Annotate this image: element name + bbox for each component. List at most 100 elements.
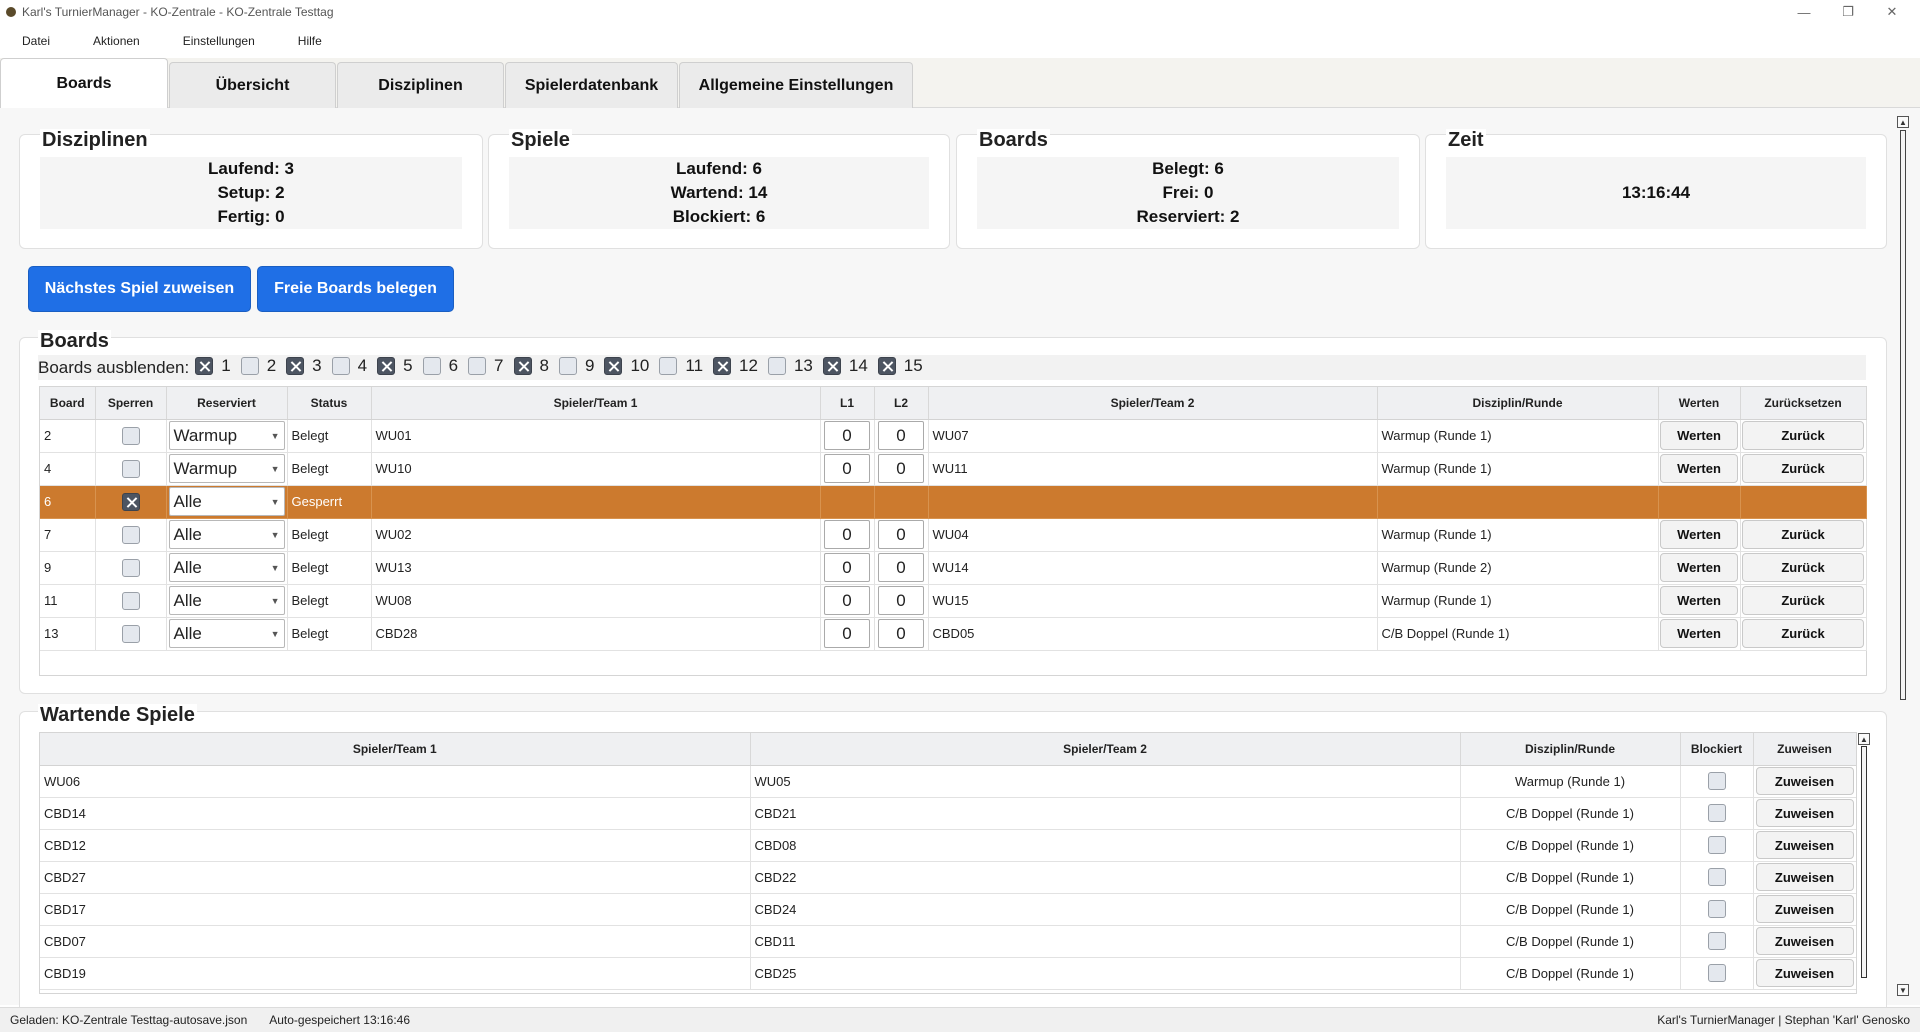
hide-board-checkbox[interactable] bbox=[558, 356, 577, 375]
waiting-row[interactable]: WU06 WU05 Warmup (Runde 1) Zuweisen bbox=[40, 765, 1856, 798]
waiting-row[interactable]: CBD19 CBD25 C/B Doppel (Runde 1) Zuweisen bbox=[40, 957, 1856, 990]
hide-board-5[interactable]: 5 bbox=[377, 356, 413, 376]
waiting-row[interactable]: CBD14 CBD21 C/B Doppel (Runde 1) Zuweisen bbox=[40, 797, 1856, 830]
scroll-up-icon[interactable]: ▲ bbox=[1897, 116, 1909, 128]
assign-button[interactable]: Zuweisen bbox=[1755, 831, 1854, 859]
column-header[interactable]: Reserviert bbox=[166, 387, 288, 420]
blocked-checkbox[interactable] bbox=[1707, 868, 1726, 886]
next-game-button[interactable]: Nächstes Spiel zuweisen bbox=[28, 266, 251, 312]
blocked-checkbox[interactable] bbox=[1707, 772, 1726, 790]
blocked-checkbox[interactable] bbox=[1707, 932, 1726, 950]
tab-allgemeine-einstellungen[interactable]: Allgemeine Einstellungen bbox=[679, 62, 913, 108]
hide-board-checkbox[interactable] bbox=[604, 356, 623, 375]
column-header[interactable]: Werten bbox=[1658, 387, 1741, 420]
column-header[interactable]: L2 bbox=[874, 387, 929, 420]
l2-score-input[interactable]: 0 bbox=[878, 553, 924, 582]
l1-score-input[interactable]: 0 bbox=[824, 421, 870, 450]
menu-einstellungen[interactable]: Einstellungen bbox=[161, 34, 276, 48]
reserved-dropdown[interactable]: Warmup ▼ bbox=[168, 421, 285, 450]
hide-board-checkbox[interactable] bbox=[877, 356, 896, 375]
werten-button[interactable]: Werten bbox=[1660, 553, 1738, 582]
board-row[interactable]: 6 Alle ▼ Gesperrt bbox=[40, 485, 1867, 519]
column-header[interactable]: Zuweisen bbox=[1753, 733, 1856, 766]
tab-uebersicht[interactable]: Übersicht bbox=[169, 62, 336, 108]
board-row[interactable]: 2 Warmup ▼ Belegt WU01 0 0 WU07 Warmup (Runde 1)… bbox=[40, 419, 1867, 453]
tab-spielerdatenbank[interactable]: Spielerdatenbank bbox=[505, 62, 678, 108]
assign-button[interactable]: Zuweisen bbox=[1755, 959, 1854, 987]
hide-board-13[interactable]: 13 bbox=[767, 356, 813, 376]
board-row[interactable]: 11 Alle ▼ Belegt WU08 0 0 WU15 Warmup (Runde 1) W… bbox=[40, 584, 1867, 618]
column-header[interactable]: Blockiert bbox=[1680, 733, 1754, 766]
zurueck-button[interactable]: Zurück bbox=[1742, 619, 1864, 648]
menu-hilfe[interactable]: Hilfe bbox=[276, 34, 343, 48]
scroll-up-icon[interactable]: ▲ bbox=[1858, 733, 1870, 745]
hide-board-12[interactable]: 12 bbox=[713, 356, 758, 376]
reserved-dropdown[interactable]: Alle ▼ bbox=[168, 487, 285, 516]
hide-board-checkbox[interactable] bbox=[659, 356, 678, 375]
hide-board-14[interactable]: 14 bbox=[822, 356, 868, 376]
lock-checkbox[interactable] bbox=[121, 591, 140, 610]
l1-score-input[interactable]: 0 bbox=[824, 520, 870, 549]
waiting-row[interactable]: CBD12 CBD08 C/B Doppel (Runde 1) Zuweisen bbox=[40, 829, 1856, 862]
l1-score-input[interactable]: 0 bbox=[824, 553, 870, 582]
waiting-scrollbar[interactable]: ▲ bbox=[1857, 732, 1871, 994]
hide-board-checkbox[interactable] bbox=[767, 356, 786, 375]
column-header[interactable]: Spieler/Team 1 bbox=[371, 387, 821, 420]
reserved-dropdown[interactable]: Warmup ▼ bbox=[168, 454, 285, 483]
reserved-dropdown[interactable]: Alle ▼ bbox=[168, 586, 285, 615]
lock-checkbox[interactable] bbox=[121, 459, 140, 478]
assign-button[interactable]: Zuweisen bbox=[1755, 927, 1854, 955]
hide-board-15[interactable]: 15 bbox=[877, 356, 923, 376]
hide-board-checkbox[interactable] bbox=[195, 356, 214, 375]
zurueck-button[interactable]: Zurück bbox=[1742, 553, 1864, 582]
blocked-checkbox[interactable] bbox=[1707, 900, 1726, 918]
waiting-row[interactable]: CBD17 CBD24 C/B Doppel (Runde 1) Zuweisen bbox=[40, 893, 1856, 926]
column-header[interactable]: Status bbox=[287, 387, 372, 420]
waiting-row[interactable]: CBD27 CBD22 C/B Doppel (Runde 1) Zuweisen bbox=[40, 861, 1856, 894]
hide-board-7[interactable]: 7 bbox=[468, 356, 504, 376]
assign-button[interactable]: Zuweisen bbox=[1755, 767, 1854, 795]
hide-board-checkbox[interactable] bbox=[468, 356, 487, 375]
hide-board-9[interactable]: 9 bbox=[558, 356, 594, 376]
lock-checkbox[interactable] bbox=[121, 426, 140, 445]
hide-board-checkbox[interactable] bbox=[286, 356, 305, 375]
hide-board-6[interactable]: 6 bbox=[422, 356, 458, 376]
werten-button[interactable]: Werten bbox=[1660, 454, 1738, 483]
hide-board-checkbox[interactable] bbox=[331, 356, 350, 375]
tab-boards[interactable]: Boards bbox=[0, 58, 168, 109]
werten-button[interactable]: Werten bbox=[1660, 619, 1738, 648]
blocked-checkbox[interactable] bbox=[1707, 804, 1726, 822]
lock-checkbox[interactable] bbox=[121, 525, 140, 544]
column-header[interactable]: Spieler/Team 2 bbox=[928, 387, 1378, 420]
reserved-dropdown[interactable]: Alle ▼ bbox=[168, 553, 285, 582]
board-row[interactable]: 7 Alle ▼ Belegt WU02 0 0 WU04 Warmup (Runde 1) We… bbox=[40, 518, 1867, 552]
hide-board-4[interactable]: 4 bbox=[331, 356, 367, 376]
waiting-scroll-thumb[interactable] bbox=[1861, 746, 1867, 978]
tab-disziplinen[interactable]: Disziplinen bbox=[337, 62, 504, 108]
column-header[interactable]: Sperren bbox=[95, 387, 167, 420]
waiting-row[interactable]: CBD07 CBD11 C/B Doppel (Runde 1) Zuweisen bbox=[40, 925, 1856, 958]
reserved-dropdown[interactable]: Alle ▼ bbox=[168, 619, 285, 648]
column-header[interactable]: Disziplin/Runde bbox=[1377, 387, 1659, 420]
column-header[interactable]: L1 bbox=[820, 387, 875, 420]
hide-board-2[interactable]: 2 bbox=[240, 356, 276, 376]
l2-score-input[interactable]: 0 bbox=[878, 421, 924, 450]
werten-button[interactable]: Werten bbox=[1660, 586, 1738, 615]
blocked-checkbox[interactable] bbox=[1707, 964, 1726, 982]
lock-checkbox[interactable] bbox=[121, 558, 140, 577]
scroll-down-icon[interactable]: ▼ bbox=[1897, 984, 1909, 996]
column-header[interactable]: Spieler/Team 2 bbox=[750, 733, 1461, 766]
l2-score-input[interactable]: 0 bbox=[878, 586, 924, 615]
hide-board-checkbox[interactable] bbox=[422, 356, 441, 375]
column-header[interactable]: Zurücksetzen bbox=[1740, 387, 1867, 420]
zurueck-button[interactable]: Zurück bbox=[1742, 520, 1864, 549]
board-row[interactable]: 13 Alle ▼ Belegt CBD28 0 0 CBD05 C/B Doppel (Run… bbox=[40, 617, 1867, 651]
board-row[interactable]: 4 Warmup ▼ Belegt WU10 0 0 WU11 Warmup (Runde 1)… bbox=[40, 452, 1867, 486]
board-row[interactable]: 9 Alle ▼ Belegt WU13 0 0 WU14 Warmup (Runde 2) We… bbox=[40, 551, 1867, 585]
hide-board-checkbox[interactable] bbox=[377, 356, 396, 375]
fill-boards-button[interactable]: Freie Boards belegen bbox=[257, 266, 454, 312]
main-scroll-thumb[interactable] bbox=[1900, 130, 1906, 700]
l1-score-input[interactable]: 0 bbox=[824, 619, 870, 648]
l2-score-input[interactable]: 0 bbox=[878, 454, 924, 483]
l2-score-input[interactable]: 0 bbox=[878, 619, 924, 648]
